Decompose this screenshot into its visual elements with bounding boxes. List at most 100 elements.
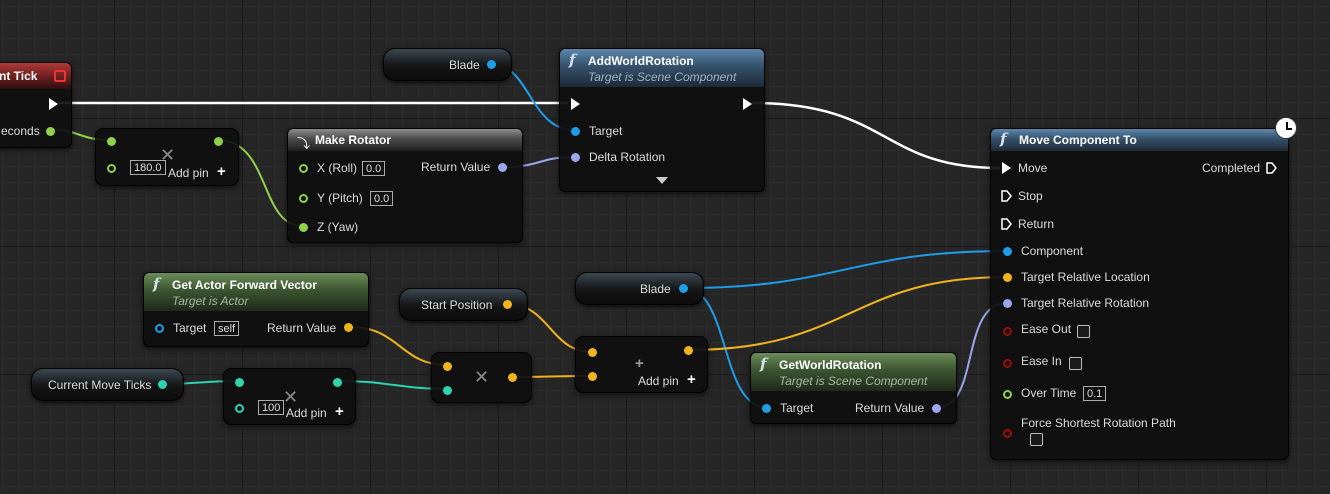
current-move-ticks-label: Current Move Ticks bbox=[48, 378, 152, 392]
expand-chevron-down-icon[interactable] bbox=[656, 177, 668, 184]
function-icon: f bbox=[1000, 130, 1007, 148]
wire-addvec-to-targetloc bbox=[687, 276, 1008, 351]
ease-out-pin[interactable] bbox=[1003, 327, 1012, 336]
add-pin-plus-icon[interactable]: + bbox=[217, 163, 226, 180]
target-relative-location-pin[interactable] bbox=[1003, 273, 1012, 282]
pitch-pin[interactable] bbox=[299, 194, 308, 203]
add-world-rotation-node[interactable]: f AddWorldRotation Target is Scene Compo… bbox=[559, 48, 765, 192]
multiply-int-b-field[interactable]: 100 bbox=[258, 400, 285, 415]
event-tick-exec-out-pin[interactable] bbox=[49, 98, 58, 110]
make-rotator-node[interactable]: ⤵ Make Rotator X (Roll) 0.0 Y (Pitch) 0.… bbox=[287, 128, 523, 243]
force-shortest-path-checkbox[interactable] bbox=[1030, 433, 1043, 446]
event-tick-node[interactable]: nt Tick econds bbox=[0, 62, 72, 148]
wire-exec-addrot-to-move bbox=[751, 101, 1001, 170]
over-time-field[interactable]: 0.1 bbox=[1083, 386, 1107, 401]
blade-variable-out-pin-2[interactable] bbox=[679, 284, 688, 293]
move-component-to-node[interactable]: f Move Component To Move Stop Return Com… bbox=[990, 128, 1289, 460]
stop-exec-in-pin[interactable] bbox=[1001, 190, 1012, 202]
component-label: Component bbox=[1021, 244, 1084, 258]
blade-variable-out-pin-1[interactable] bbox=[487, 60, 496, 69]
target-relative-rotation-label: Target Relative Rotation bbox=[1021, 296, 1150, 310]
multiply-vector-node[interactable]: ✕ bbox=[431, 352, 532, 403]
ease-out-checkbox[interactable] bbox=[1077, 325, 1090, 338]
function-icon: f bbox=[569, 51, 576, 69]
multiply-vector-in-b-pin[interactable] bbox=[443, 386, 452, 395]
function-icon: f bbox=[153, 275, 160, 293]
move-component-to-title: Move Component To bbox=[1019, 133, 1137, 147]
add-world-rotation-subtitle: Target is Scene Component bbox=[588, 70, 737, 84]
make-struct-icon: ⤵ bbox=[297, 136, 311, 151]
multiply-float-node[interactable]: 180.0 ✕ Add pin + bbox=[95, 128, 239, 186]
get-actor-forward-vector-title: Get Actor Forward Vector bbox=[172, 278, 317, 292]
move-label: Move bbox=[1018, 161, 1048, 175]
multiply-int-in-a-pin[interactable] bbox=[235, 378, 244, 387]
force-shortest-path-pin[interactable] bbox=[1003, 429, 1012, 438]
target-relative-location-label: Target Relative Location bbox=[1021, 270, 1150, 284]
return-label: Return bbox=[1018, 217, 1055, 231]
pitch-field[interactable]: 0.0 bbox=[370, 191, 394, 206]
start-position-out-pin[interactable] bbox=[503, 300, 512, 309]
add-world-rotation-exec-out-pin[interactable] bbox=[743, 98, 752, 110]
add-world-rotation-target-pin[interactable] bbox=[571, 127, 580, 136]
ease-in-label: Ease In bbox=[1021, 354, 1062, 368]
over-time-pin[interactable] bbox=[1003, 390, 1012, 399]
multiply-float-add-pin-label[interactable]: Add pin bbox=[168, 166, 209, 180]
ease-out-label: Ease Out bbox=[1021, 322, 1072, 336]
move-exec-in-pin[interactable] bbox=[1002, 162, 1011, 174]
delta-seconds-pin[interactable] bbox=[46, 127, 55, 136]
start-position-variable-node[interactable]: Start Position bbox=[399, 288, 528, 321]
roll-label: X (Roll) bbox=[317, 161, 358, 175]
completed-exec-out-pin[interactable] bbox=[1266, 162, 1277, 174]
add-operator-icon: + bbox=[635, 355, 644, 372]
event-delegate-icon[interactable] bbox=[54, 70, 66, 82]
multiply-float-in-a-pin[interactable] bbox=[107, 137, 116, 146]
add-vector-in-a-pin[interactable] bbox=[588, 348, 597, 357]
yaw-pin[interactable] bbox=[299, 223, 308, 232]
multiply-int-node[interactable]: 100 ✕ Add pin + bbox=[223, 368, 356, 425]
get-world-rotation-target-pin[interactable] bbox=[762, 404, 771, 413]
stop-label: Stop bbox=[1018, 189, 1043, 203]
self-field[interactable]: self bbox=[214, 321, 240, 336]
add-world-rotation-exec-in-pin[interactable] bbox=[571, 98, 580, 110]
ease-in-pin[interactable] bbox=[1003, 359, 1012, 368]
get-actor-forward-target-pin[interactable] bbox=[155, 324, 164, 333]
multiply-vector-out-pin[interactable] bbox=[508, 373, 517, 382]
get-world-rotation-return-pin[interactable] bbox=[932, 404, 941, 413]
target-relative-rotation-pin[interactable] bbox=[1003, 299, 1012, 308]
multiply-float-out-pin[interactable] bbox=[214, 137, 223, 146]
yaw-label: Z (Yaw) bbox=[317, 220, 359, 234]
add-pin-plus-icon[interactable]: + bbox=[335, 403, 344, 420]
get-world-rotation-node[interactable]: f GetWorldRotation Target is Scene Compo… bbox=[750, 352, 957, 424]
function-icon: f bbox=[760, 355, 767, 373]
multiply-vector-in-a-pin[interactable] bbox=[443, 362, 452, 371]
get-world-rotation-subtitle: Target is Scene Component bbox=[779, 374, 928, 388]
add-vector-node[interactable]: + Add pin + bbox=[575, 336, 708, 393]
blade-variable-node-2[interactable]: Blade bbox=[575, 272, 704, 305]
return-exec-in-pin[interactable] bbox=[1001, 218, 1012, 230]
multiply-int-add-pin-label[interactable]: Add pin bbox=[286, 406, 327, 420]
delta-rotation-label: Delta Rotation bbox=[589, 150, 666, 164]
blade-variable-node-1[interactable]: Blade bbox=[383, 48, 512, 81]
add-pin-plus-icon[interactable]: + bbox=[687, 371, 696, 388]
multiply-int-out-pin[interactable] bbox=[333, 378, 342, 387]
make-rotator-return-pin[interactable] bbox=[498, 163, 507, 172]
get-world-rotation-target-label: Target bbox=[780, 401, 814, 415]
multiply-float-in-b-pin[interactable] bbox=[107, 164, 116, 173]
current-move-ticks-variable-node[interactable]: Current Move Ticks bbox=[31, 368, 184, 401]
force-shortest-path-label: Force Shortest Rotation Path bbox=[1021, 416, 1176, 430]
add-world-rotation-title: AddWorldRotation bbox=[588, 54, 694, 68]
get-actor-forward-return-pin[interactable] bbox=[344, 323, 353, 332]
current-move-ticks-out-pin[interactable] bbox=[158, 380, 167, 389]
pitch-label: Y (Pitch) bbox=[317, 191, 363, 205]
roll-pin[interactable] bbox=[299, 164, 308, 173]
add-vector-out-pin[interactable] bbox=[684, 346, 693, 355]
wire-blade2-to-component bbox=[683, 250, 1008, 289]
add-vector-in-b-pin[interactable] bbox=[588, 372, 597, 381]
add-vector-add-pin-label[interactable]: Add pin bbox=[638, 374, 679, 388]
multiply-int-in-b-pin[interactable] bbox=[235, 404, 244, 413]
get-actor-forward-vector-node[interactable]: f Get Actor Forward Vector Target is Act… bbox=[143, 272, 369, 347]
delta-rotation-pin[interactable] bbox=[571, 153, 580, 162]
ease-in-checkbox[interactable] bbox=[1069, 357, 1082, 370]
roll-field[interactable]: 0.0 bbox=[362, 161, 386, 176]
component-pin[interactable] bbox=[1003, 247, 1012, 256]
